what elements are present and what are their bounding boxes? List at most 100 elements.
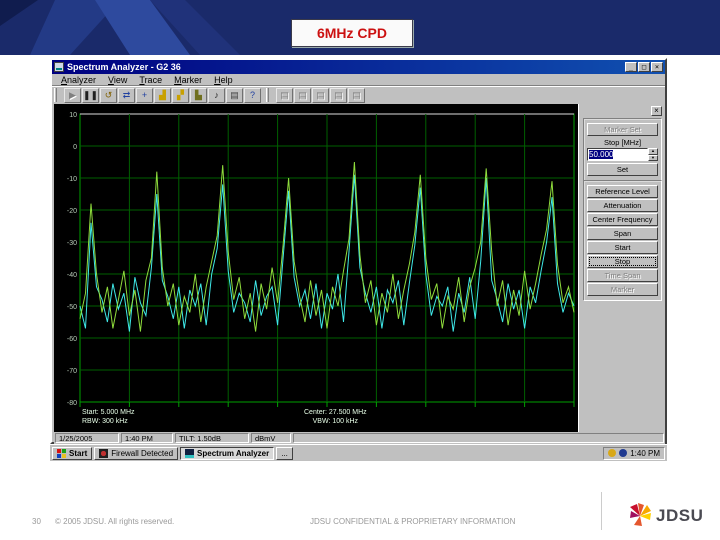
shield-icon[interactable] [608, 449, 616, 457]
file-icon-5: ▤ [352, 90, 361, 101]
help-button[interactable]: ? [244, 88, 261, 103]
file-button-5[interactable]: ▤ [348, 88, 365, 103]
menu-item-marker[interactable]: Marker [168, 75, 208, 85]
printer-icon: ▤ [230, 90, 239, 101]
waterfall-button[interactable]: ▟ [154, 88, 171, 103]
task-spectrum-analyzer[interactable]: Spectrum Analyzer [180, 447, 274, 460]
speaker-button[interactable]: ♪ [208, 88, 225, 103]
toolbar: ▶ ❚❚ ↺ ⇄ + ▟ ▞ ▙ ♪ ▤? ▤ ▤ ▤ ▤ ▤ [52, 86, 665, 104]
task-label: ... [281, 449, 288, 458]
status-cell-2: TILT: 1.50dB [175, 433, 249, 443]
status-cell-3: dBmV [251, 433, 291, 443]
status-cell-filler [293, 433, 664, 443]
help-icon: ? [250, 90, 255, 100]
slide-number: 30 [32, 517, 41, 526]
spectrum-analyzer-window: Spectrum Analyzer - G2 36 _ □ × Analyzer… [50, 58, 667, 444]
pause-button[interactable]: ❚❚ [82, 88, 99, 103]
start-button[interactable]: Start [587, 241, 658, 254]
stop-frequency-stepper[interactable]: 50.000 ▲ ▼ [587, 148, 658, 161]
chart-center-annotation: Center: 27.500 MHz VBW: 100 kHz [304, 408, 367, 426]
speaker-icon: ♪ [214, 90, 219, 100]
attenuation-button[interactable]: Attenuation [587, 199, 658, 212]
y-axis-label: -80 [67, 400, 77, 407]
span-button[interactable]: Span [587, 227, 658, 240]
file-icon-4: ▤ [334, 90, 343, 101]
toolbar-grip[interactable] [54, 88, 57, 102]
y-axis-label: -10 [67, 176, 77, 183]
jdsu-logo-text: JDSU [656, 506, 703, 526]
maximize-button[interactable]: □ [638, 62, 650, 72]
confidential-text: JDSU CONFIDENTIAL & PROPRIETARY INFORMAT… [310, 517, 515, 526]
windows-logo-icon [57, 449, 66, 458]
set-button[interactable]: Set [587, 163, 658, 176]
y-axis-label: -30 [67, 240, 77, 247]
task-label: Firewall Detected [111, 449, 173, 458]
spectrum-plot-area: 100-10-20-30-40-50-60-70-80 Start: 5.000… [54, 104, 578, 432]
time-span-button[interactable]: Time Span [587, 269, 658, 282]
y-axis-label: 0 [73, 144, 77, 151]
spectrogram-icon: ▞ [177, 90, 184, 101]
jdsu-logo: JDSU [628, 503, 703, 529]
menu-item-help[interactable]: Help [208, 75, 239, 85]
start-button[interactable]: Start [52, 447, 92, 460]
desktop-screenshot: Spectrum Analyzer - G2 36 _ □ × Analyzer… [50, 58, 667, 461]
waterfall-icon: ▟ [159, 90, 166, 101]
file-button-1[interactable]: ▤ [276, 88, 293, 103]
y-axis-label: -50 [67, 304, 77, 311]
marker-set-button[interactable]: Marker Set [587, 123, 658, 136]
stop-frequency-input[interactable]: 50.000 [587, 148, 648, 161]
file-icon-1: ▤ [280, 90, 289, 101]
reset-icon: ↺ [105, 90, 113, 101]
play-icon: ▶ [69, 90, 76, 101]
y-axis-label: -20 [67, 208, 77, 215]
slide: 6MHz CPD Spectrum Analyzer - G2 36 _ □ ×… [0, 0, 720, 540]
clock: 1:40 PM [630, 449, 660, 458]
spectrum-analyzer-icon [185, 449, 194, 458]
marker-button[interactable]: Marker [587, 283, 658, 296]
task-more[interactable]: ... [276, 447, 293, 460]
marker-crosshair-button[interactable]: + [136, 88, 153, 103]
file-button-4[interactable]: ▤ [330, 88, 347, 103]
file-button-3[interactable]: ▤ [312, 88, 329, 103]
stepper-down-icon[interactable]: ▼ [648, 155, 658, 162]
menu-item-trace[interactable]: Trace [133, 75, 168, 85]
printer-button[interactable]: ▤ [226, 88, 243, 103]
close-button[interactable]: × [651, 62, 663, 72]
split-view-icon: ⇄ [123, 90, 131, 101]
spectrogram-button[interactable]: ▞ [172, 88, 189, 103]
play-button[interactable]: ▶ [64, 88, 81, 103]
reset-button[interactable]: ↺ [100, 88, 117, 103]
task-firewall-detected[interactable]: Firewall Detected [94, 447, 178, 460]
file-icon-2: ▤ [298, 90, 307, 101]
taskbar-tasks: Firewall Detected Spectrum Analyzer... [94, 447, 293, 460]
stop-button[interactable]: Stop [587, 255, 658, 268]
status-bar: 1/25/20051:40 PMTILT: 1.50dBdBmV [54, 432, 665, 444]
center-frequency-button[interactable]: Center Frequency [587, 213, 658, 226]
status-cell-0: 1/25/2005 [55, 433, 119, 443]
split-view-button[interactable]: ⇄ [118, 88, 135, 103]
pane-close-icon[interactable]: × [651, 106, 662, 116]
chart-mode-button[interactable]: ▙ [190, 88, 207, 103]
chart-start-annotation: Start: 5.000 MHz RBW: 300 kHz [82, 408, 135, 426]
y-axis-label: -40 [67, 272, 77, 279]
slide-title-box: 6MHz CPD [291, 19, 413, 47]
window-titlebar[interactable]: Spectrum Analyzer - G2 36 _ □ × [52, 60, 665, 74]
menu-item-analyzer[interactable]: Analyzer [55, 75, 102, 85]
footer-divider [601, 492, 602, 530]
spectrum-chart: 100-10-20-30-40-50-60-70-80 [54, 104, 578, 432]
y-axis-label: 10 [69, 112, 77, 119]
toolbar-grip-2[interactable] [266, 88, 269, 102]
chart-mode-icon: ▙ [195, 90, 202, 101]
file-button-2[interactable]: ▤ [294, 88, 311, 103]
jdsu-starburst-icon [628, 503, 652, 529]
system-tray: 1:40 PM [603, 447, 665, 460]
minimize-button[interactable]: _ [625, 62, 637, 72]
slide-title: 6MHz CPD [317, 25, 387, 41]
reference-level-button[interactable]: Reference Level [587, 185, 658, 198]
menu-bar: AnalyzerViewTraceMarkerHelp [52, 74, 665, 86]
menu-item-view[interactable]: View [102, 75, 133, 85]
settings-button-group: Reference LevelAttenuationCenter Frequen… [583, 180, 662, 301]
stepper-arrows[interactable]: ▲ ▼ [648, 148, 658, 161]
toolbar-group-files: ▤ ▤ ▤ ▤ ▤ [274, 87, 368, 103]
network-icon[interactable] [619, 449, 627, 457]
